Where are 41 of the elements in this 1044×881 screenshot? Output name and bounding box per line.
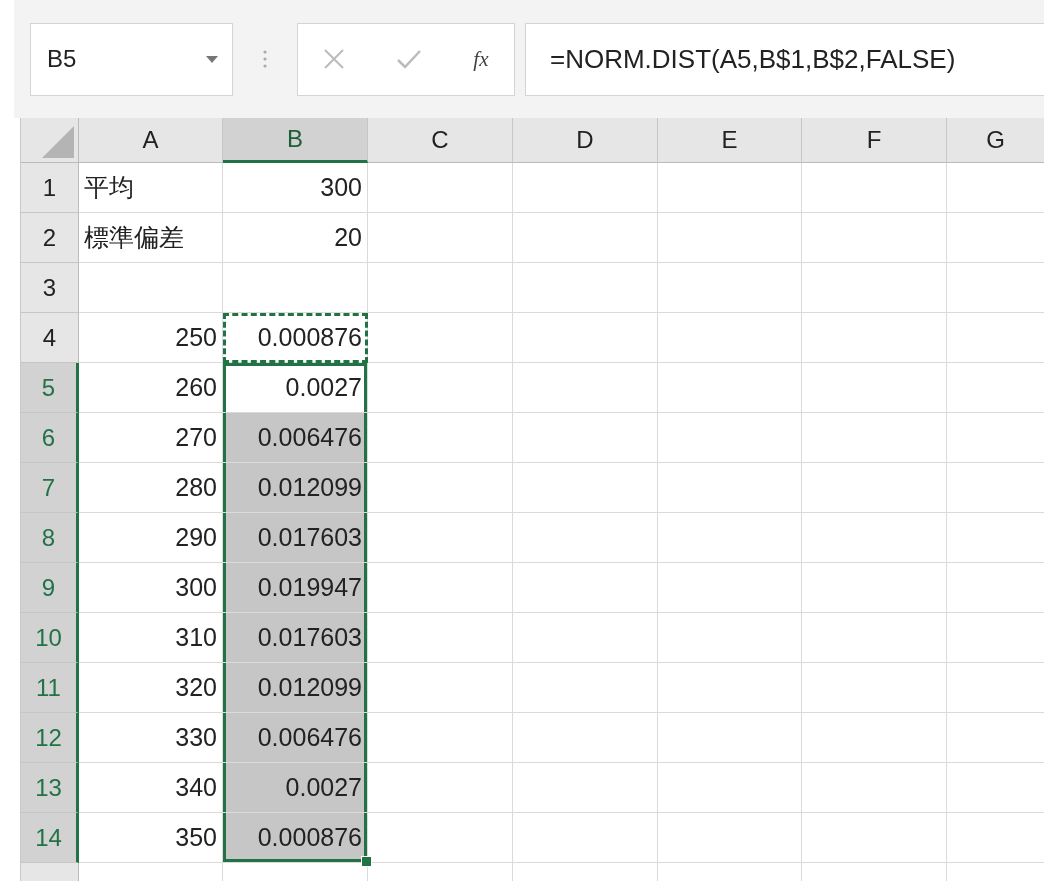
fill-handle[interactable] bbox=[361, 856, 372, 867]
row-header[interactable]: 8 bbox=[21, 513, 79, 563]
row-header[interactable]: 3 bbox=[21, 263, 79, 313]
row-header[interactable]: 6 bbox=[21, 413, 79, 463]
table-cell: 0.006476 bbox=[223, 713, 368, 763]
row-header[interactable]: 7 bbox=[21, 463, 79, 513]
row-header[interactable]: 2 bbox=[21, 213, 79, 263]
column-header[interactable]: D bbox=[513, 118, 658, 163]
table-cell: 0.0027 bbox=[223, 363, 368, 413]
name-box[interactable]: B5 bbox=[30, 22, 233, 96]
row-header[interactable]: 11 bbox=[21, 663, 79, 713]
row-header[interactable]: 14 bbox=[21, 813, 79, 863]
triangle-icon bbox=[42, 126, 74, 158]
table-cell: 0.019947 bbox=[223, 563, 368, 613]
column-header[interactable]: G bbox=[947, 118, 1044, 163]
dropdown-caret-icon[interactable] bbox=[206, 55, 218, 63]
column-header[interactable]: C bbox=[368, 118, 513, 163]
column-header[interactable]: A bbox=[79, 118, 223, 163]
formula-field[interactable]: =NORM.DIST(A5,B$1,B$2,FALSE) bbox=[525, 22, 1044, 96]
row-header[interactable]: 5 bbox=[21, 363, 79, 413]
grip-icon bbox=[263, 50, 267, 68]
row-header[interactable]: 9 bbox=[21, 563, 79, 613]
table-cell: 0.012099 bbox=[223, 463, 368, 513]
table-cell: 0.017603 bbox=[223, 513, 368, 563]
row-header[interactable]: 1 bbox=[21, 163, 79, 213]
table-cell: 0.006476 bbox=[223, 413, 368, 463]
row-header[interactable]: 4 bbox=[21, 313, 79, 363]
table-cell: 0.017603 bbox=[223, 613, 368, 663]
table-cell: 0.000876 bbox=[223, 313, 368, 363]
column-header[interactable]: E bbox=[658, 118, 802, 163]
row-header[interactable]: 12 bbox=[21, 713, 79, 763]
table-cell: 0.0027 bbox=[223, 763, 368, 813]
row-header[interactable]: 10 bbox=[21, 613, 79, 663]
row-header[interactable]: 13 bbox=[21, 763, 79, 813]
check-icon[interactable] bbox=[396, 48, 423, 70]
insert-function-button[interactable]: fx bbox=[473, 46, 489, 72]
table-cell: 0.012099 bbox=[223, 663, 368, 713]
column-header[interactable]: B bbox=[223, 118, 368, 163]
select-all-button[interactable] bbox=[21, 118, 79, 163]
cancel-icon[interactable] bbox=[323, 48, 346, 70]
column-header[interactable]: F bbox=[802, 118, 947, 163]
